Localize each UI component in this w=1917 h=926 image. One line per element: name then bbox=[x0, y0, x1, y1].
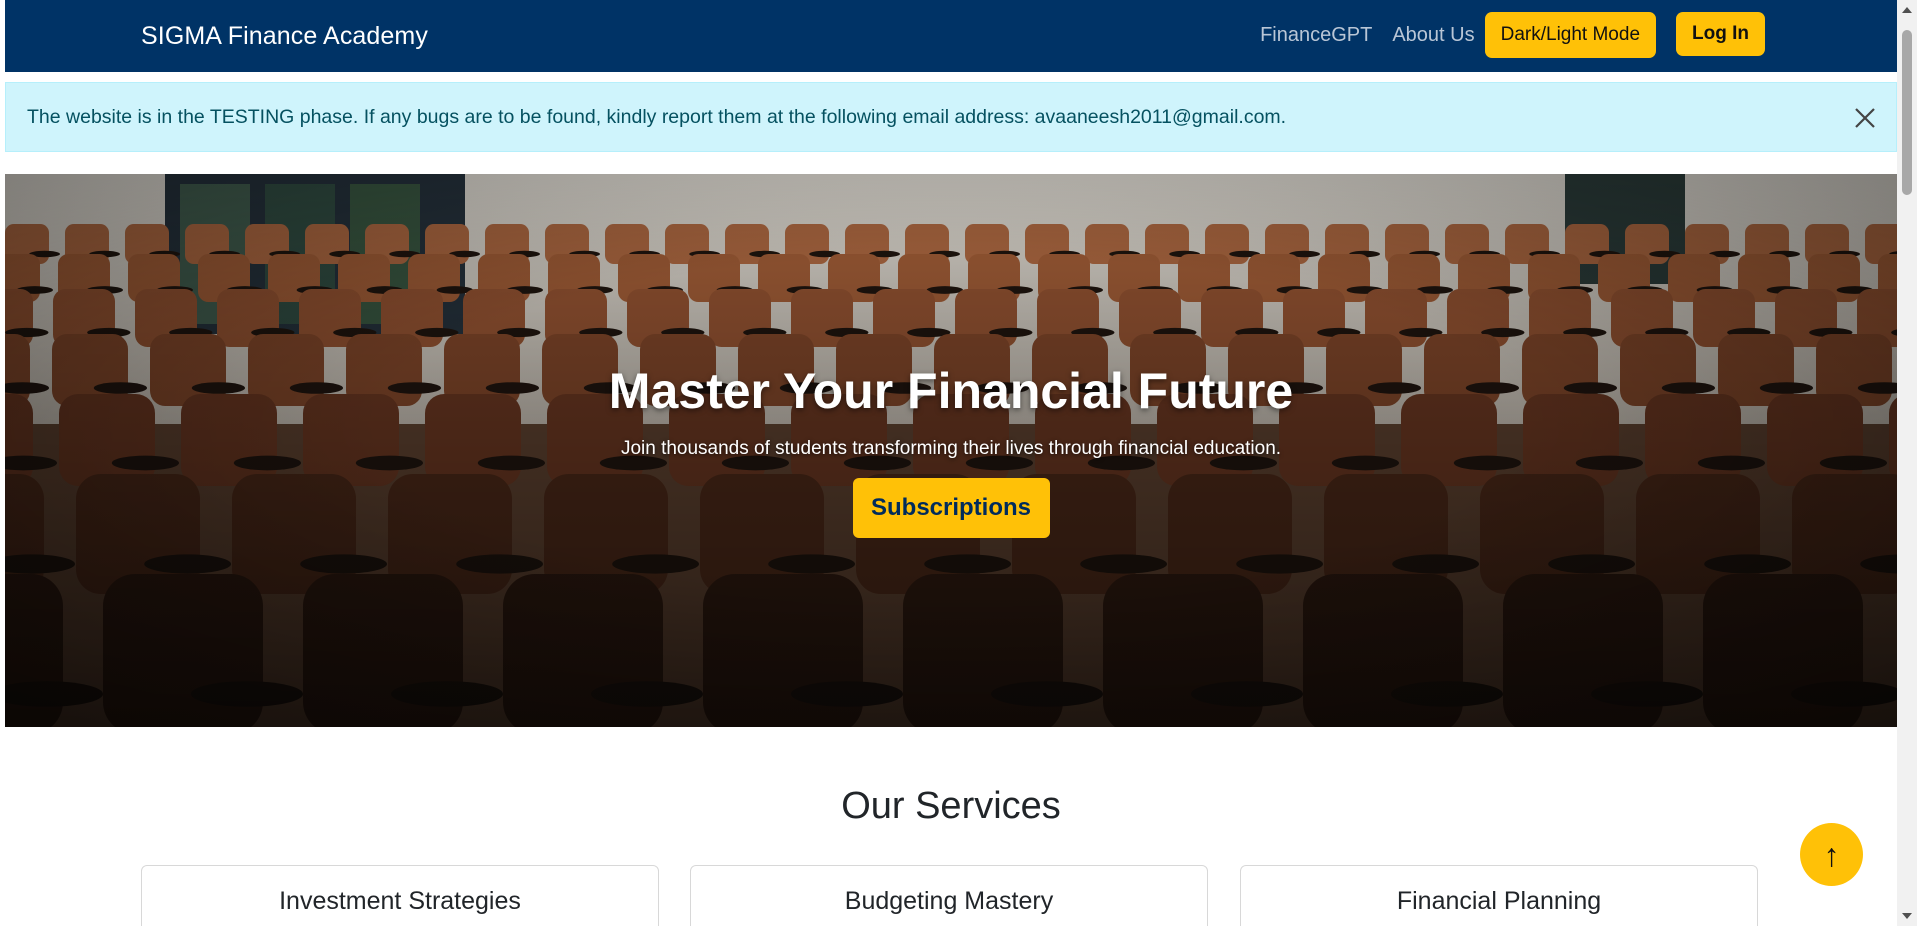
hero-subtitle: Join thousands of students transforming … bbox=[620, 438, 1282, 459]
theme-toggle-button[interactable]: Dark/Light Mode bbox=[1484, 12, 1657, 58]
page-scrollbar[interactable] bbox=[1897, 0, 1917, 926]
browser-viewport: SIGMA Finance Academy FinanceGPT About U… bbox=[5, 0, 1897, 926]
alert-message: The website is in the TESTING phase. If … bbox=[27, 105, 1287, 128]
service-card-budgeting[interactable]: Budgeting Mastery bbox=[690, 865, 1208, 926]
nav-links: FinanceGPT About Us Dark/Light Mode Log … bbox=[1260, 12, 1765, 58]
subscriptions-button[interactable]: Subscriptions bbox=[852, 478, 1050, 538]
services-heading: Our Services bbox=[841, 785, 1061, 827]
hero-banner: Master Your Financial Future Join thousa… bbox=[5, 174, 1897, 727]
scrollbar-thumb[interactable] bbox=[1902, 30, 1912, 195]
hero-title: Master Your Financial Future bbox=[608, 363, 1294, 419]
nav-link-financegpt[interactable]: FinanceGPT bbox=[1260, 24, 1372, 47]
service-card-title: Financial Planning bbox=[1396, 887, 1602, 915]
arrow-up-icon: ↑ bbox=[1823, 836, 1840, 873]
service-card-planning[interactable]: Financial Planning bbox=[1240, 865, 1758, 926]
scroll-up-arrow-icon[interactable] bbox=[1897, 0, 1917, 20]
scroll-to-top-button[interactable]: ↑ bbox=[1800, 823, 1863, 886]
nav-link-about-us[interactable]: About Us bbox=[1392, 24, 1474, 47]
service-card-investment[interactable]: Investment Strategies bbox=[141, 865, 659, 926]
service-card-title: Budgeting Mastery bbox=[844, 887, 1054, 915]
service-card-title: Investment Strategies bbox=[279, 887, 521, 915]
brand-logo-text[interactable]: SIGMA Finance Academy bbox=[141, 22, 428, 51]
hero-content: Master Your Financial Future Join thousa… bbox=[5, 174, 1897, 727]
scroll-down-arrow-icon[interactable] bbox=[1897, 906, 1917, 926]
testing-alert: The website is in the TESTING phase. If … bbox=[5, 82, 1897, 152]
close-icon[interactable] bbox=[1852, 105, 1878, 131]
navbar: SIGMA Finance Academy FinanceGPT About U… bbox=[5, 0, 1897, 72]
login-button[interactable]: Log In bbox=[1676, 12, 1765, 56]
